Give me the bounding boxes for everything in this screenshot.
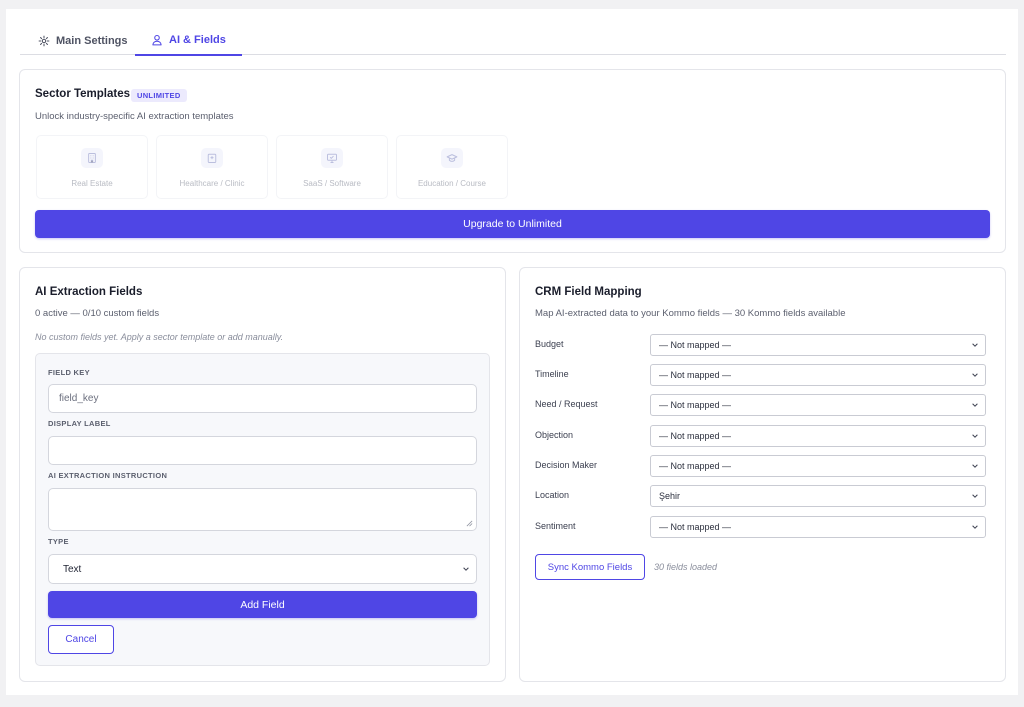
mapping-row-need-request: Need / Request — Not mapped — bbox=[535, 394, 986, 416]
mapping-select-sentiment[interactable]: — Not mapped — bbox=[650, 516, 986, 538]
mapping-label: Location bbox=[535, 490, 570, 500]
sector-templates-card: Sector Templates UNLIMITED Unlock indust… bbox=[19, 69, 1006, 253]
crm-mapping-card: CRM Field Mapping Map AI-extracted data … bbox=[519, 267, 1006, 682]
mapping-row-budget: Budget — Not mapped — bbox=[535, 334, 986, 356]
sector-templates-subtitle: Unlock industry-specific AI extraction t… bbox=[35, 111, 234, 122]
mapping-value: — Not mapped — bbox=[659, 370, 732, 380]
template-label: Real Estate bbox=[71, 179, 113, 188]
mapping-select-timeline[interactable]: — Not mapped — bbox=[650, 364, 986, 386]
template-healthcare[interactable]: Healthcare / Clinic bbox=[156, 135, 268, 199]
upgrade-button[interactable]: Upgrade to Unlimited bbox=[35, 210, 990, 238]
tab-main-settings[interactable]: Main Settings bbox=[22, 26, 144, 55]
chevron-down-icon bbox=[972, 494, 978, 498]
tab-label: Main Settings bbox=[56, 34, 128, 47]
type-label: TYPE bbox=[48, 537, 69, 546]
extraction-fields-title: AI Extraction Fields bbox=[35, 286, 143, 298]
template-label: Healthcare / Clinic bbox=[179, 179, 245, 188]
field-count-text: 0 active — 0/10 custom fields bbox=[35, 308, 160, 319]
empty-state-text: No custom fields yet. Apply a sector tem… bbox=[35, 332, 284, 342]
tab-label: AI & Fields bbox=[169, 34, 226, 46]
building-icon bbox=[81, 148, 103, 168]
type-value: Text bbox=[63, 563, 82, 575]
crm-mapping-subtitle: Map AI-extracted data to your Kommo fiel… bbox=[535, 308, 846, 319]
mapping-select-budget[interactable]: — Not mapped — bbox=[650, 334, 986, 356]
user-icon bbox=[152, 34, 162, 46]
field-key-placeholder: field_key bbox=[59, 393, 99, 404]
mapping-select-need-request[interactable]: — Not mapped — bbox=[650, 394, 986, 416]
sector-templates-title: Sector Templates bbox=[35, 88, 131, 100]
mapping-row-timeline: Timeline — Not mapped — bbox=[535, 364, 986, 386]
crm-mapping-title: CRM Field Mapping bbox=[535, 286, 642, 298]
template-saas[interactable]: SaaS / Software bbox=[276, 135, 388, 199]
mapping-value: — Not mapped — bbox=[659, 431, 732, 441]
monitor-icon bbox=[321, 148, 343, 168]
template-label: Education / Course bbox=[417, 179, 487, 188]
hospital-icon bbox=[201, 148, 223, 168]
mapping-value: — Not mapped — bbox=[659, 400, 732, 410]
chevron-down-icon bbox=[972, 464, 978, 468]
mapping-row-objection: Objection — Not mapped — bbox=[535, 425, 986, 447]
mapping-select-decision-maker[interactable]: — Not mapped — bbox=[650, 455, 986, 477]
mapping-row-sentiment: Sentiment — Not mapped — bbox=[535, 516, 986, 538]
sync-kommo-button[interactable]: Sync Kommo Fields bbox=[535, 554, 645, 580]
add-field-button[interactable]: Add Field bbox=[48, 591, 477, 618]
mapping-select-location[interactable]: Şehir bbox=[650, 485, 986, 507]
mapping-label: Objection bbox=[535, 430, 574, 440]
template-label: SaaS / Software bbox=[303, 179, 361, 188]
chevron-down-icon bbox=[972, 373, 978, 377]
template-real-estate[interactable]: Real Estate bbox=[36, 135, 148, 199]
cancel-button[interactable]: Cancel bbox=[48, 625, 114, 654]
settings-page: Main Settings AI & Fields Sector Templat… bbox=[6, 9, 1018, 695]
chevron-down-icon bbox=[972, 434, 978, 438]
mapping-value: — Not mapped — bbox=[659, 522, 732, 532]
field-key-label: FIELD KEY bbox=[48, 368, 90, 377]
mapping-select-objection[interactable]: — Not mapped — bbox=[650, 425, 986, 447]
mapping-value: Şehir bbox=[659, 491, 681, 501]
mapping-label: Timeline bbox=[535, 369, 569, 379]
chevron-down-icon bbox=[972, 343, 978, 347]
display-label-input[interactable] bbox=[48, 436, 477, 465]
chevron-down-icon bbox=[463, 567, 469, 571]
tab-ai-fields[interactable]: AI & Fields bbox=[135, 26, 242, 56]
mapping-label: Decision Maker bbox=[535, 460, 598, 470]
display-label-label: DISPLAY LABEL bbox=[48, 419, 111, 428]
add-field-form: FIELD KEY field_key DISPLAY LABEL AI EXT… bbox=[35, 353, 490, 666]
mapping-row-location: Location Şehir bbox=[535, 485, 986, 507]
resize-grip-icon[interactable] bbox=[466, 520, 473, 527]
template-education[interactable]: Education / Course bbox=[396, 135, 508, 199]
gear-icon bbox=[38, 35, 50, 46]
field-key-input[interactable]: field_key bbox=[48, 384, 477, 413]
mapping-label: Sentiment bbox=[535, 521, 576, 531]
type-select[interactable]: Text bbox=[48, 554, 477, 584]
sync-status-text: 30 fields loaded bbox=[654, 562, 718, 572]
unlimited-badge: UNLIMITED bbox=[131, 89, 187, 102]
mapping-value: — Not mapped — bbox=[659, 461, 732, 471]
mapping-value: — Not mapped — bbox=[659, 340, 732, 350]
graduation-cap-icon bbox=[441, 148, 463, 168]
chevron-down-icon bbox=[972, 525, 978, 529]
tab-bar: Main Settings AI & Fields bbox=[20, 26, 1006, 56]
chevron-down-icon bbox=[972, 403, 978, 407]
mapping-row-decision-maker: Decision Maker — Not mapped — bbox=[535, 455, 986, 477]
extraction-fields-card: AI Extraction Fields 0 active — 0/10 cus… bbox=[19, 267, 506, 682]
mapping-label: Budget bbox=[535, 339, 564, 349]
instruction-label: AI EXTRACTION INSTRUCTION bbox=[48, 471, 168, 480]
instruction-textarea[interactable] bbox=[48, 488, 477, 531]
mapping-label: Need / Request bbox=[535, 399, 598, 409]
